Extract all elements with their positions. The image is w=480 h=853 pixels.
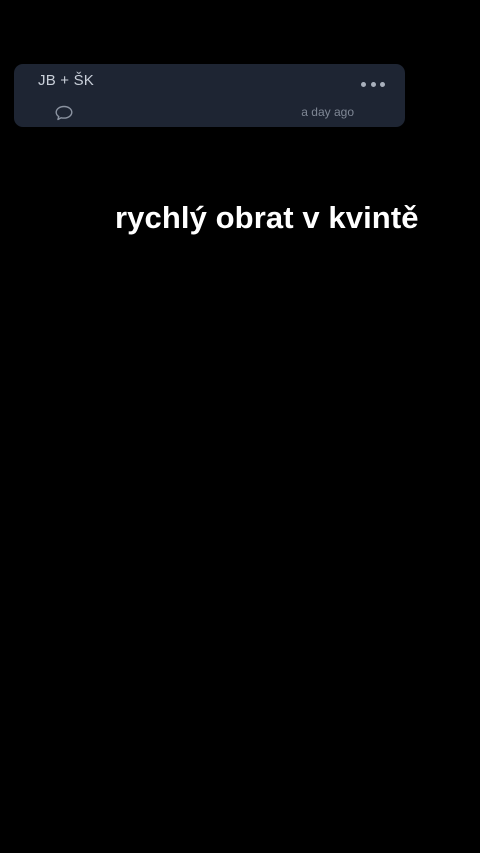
comment-icon[interactable] (54, 104, 74, 122)
post-timestamp: a day ago (301, 105, 354, 119)
post-title: JB + ŠK (38, 72, 95, 89)
caption-text: rychlý obrat v kvintě (115, 200, 419, 235)
post-card[interactable]: JB + ŠK a day ago (14, 64, 405, 127)
more-dot (370, 81, 376, 87)
more-options-icon[interactable] (361, 76, 385, 92)
comment-bubble-svg (55, 105, 73, 121)
more-dot (361, 81, 366, 87)
screen: JB + ŠK a day ago rychlý obrat v kvintě (0, 0, 480, 853)
more-dot (380, 81, 385, 87)
